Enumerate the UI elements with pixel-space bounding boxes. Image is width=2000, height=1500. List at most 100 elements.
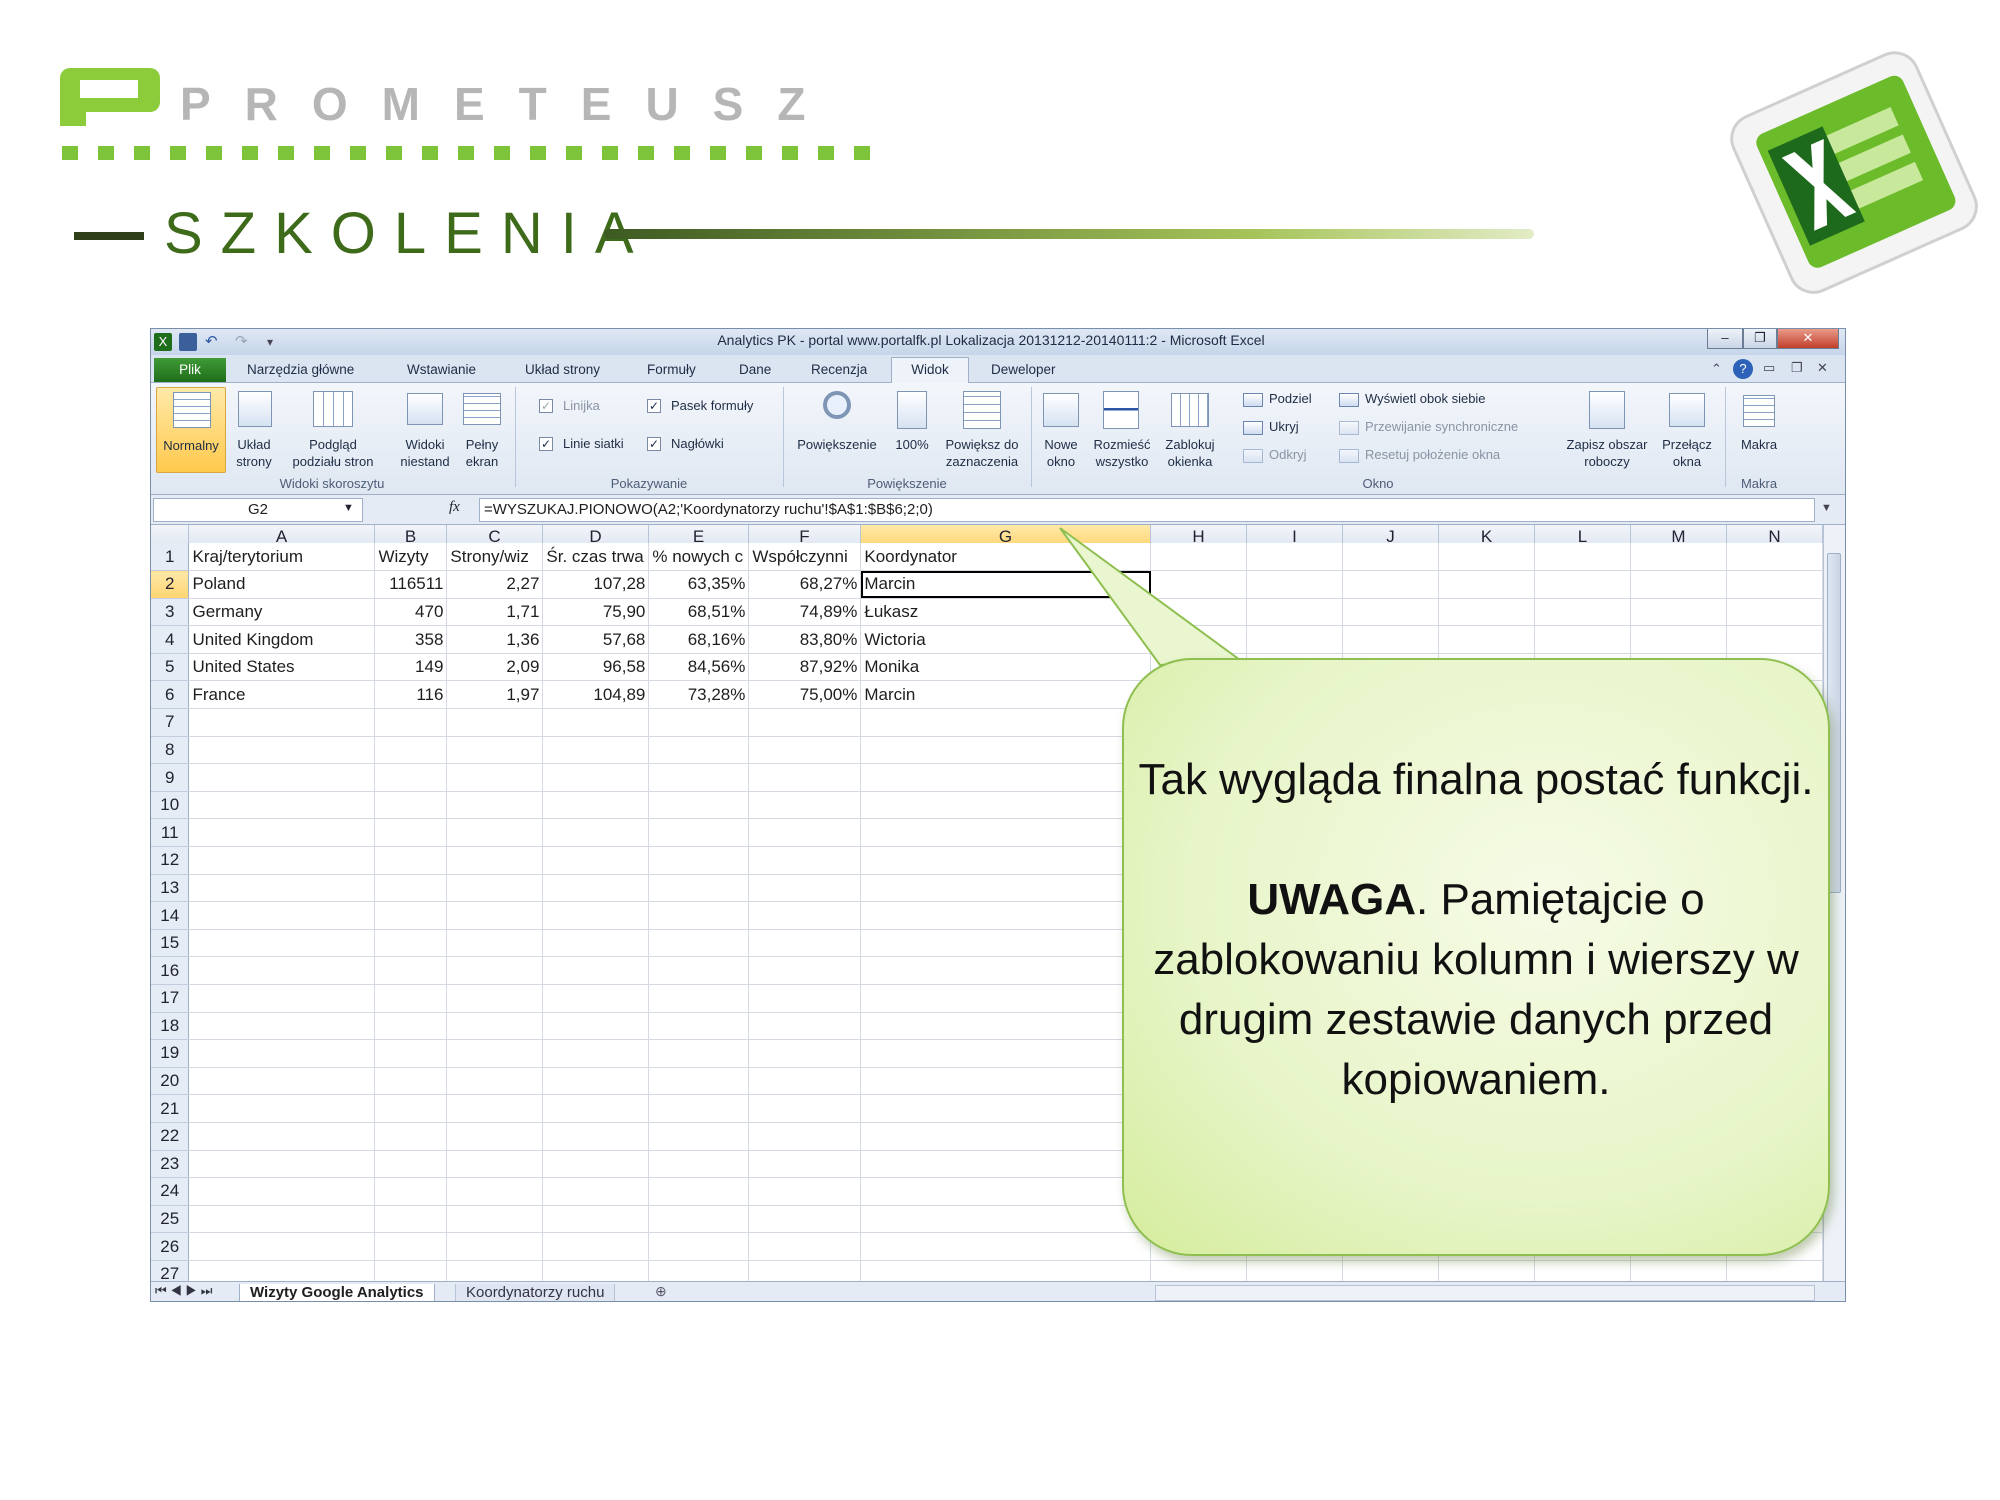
row-header[interactable]: 26 [151, 1232, 190, 1261]
sheet-nav-arrows-icon[interactable]: ⏮ ◀ ▶ ⏭ [155, 1283, 212, 1299]
redo-icon[interactable]: ↷ [235, 333, 253, 351]
row-header[interactable]: 23 [151, 1150, 190, 1179]
cell[interactable] [188, 1012, 376, 1041]
cell[interactable] [648, 956, 750, 985]
cell[interactable] [374, 736, 448, 765]
cell[interactable]: 1,71 [446, 598, 544, 627]
cell[interactable] [542, 956, 650, 985]
cell[interactable] [648, 1177, 750, 1206]
cell[interactable] [860, 901, 1152, 930]
cell[interactable] [748, 1177, 862, 1206]
cell[interactable] [1630, 543, 1727, 572]
cell[interactable] [748, 1094, 862, 1123]
cell[interactable] [860, 736, 1152, 765]
tab-recenzja[interactable]: Recenzja [809, 360, 869, 382]
horizontal-scrollbar[interactable] [1155, 1285, 1815, 1301]
cell[interactable] [748, 1012, 862, 1041]
przelacz-okna-button[interactable]: Przełącz okna [1657, 387, 1717, 473]
cell[interactable]: Poland [188, 570, 376, 599]
cell[interactable] [446, 1232, 544, 1261]
cell[interactable] [446, 846, 544, 875]
cell[interactable] [1438, 598, 1535, 627]
row-header[interactable]: 14 [151, 901, 190, 930]
row-header[interactable]: 15 [151, 929, 190, 958]
cell[interactable] [542, 1260, 650, 1283]
cell[interactable] [374, 1012, 448, 1041]
row-header[interactable]: 20 [151, 1067, 190, 1096]
row-header[interactable]: 7 [151, 708, 190, 737]
cell[interactable] [374, 929, 448, 958]
cell[interactable] [446, 791, 544, 820]
cell[interactable] [446, 984, 544, 1013]
zablokuj-okienka-button[interactable]: Zablokuj okienka [1157, 387, 1223, 473]
tab-uklad-strony[interactable]: Układ strony [523, 360, 602, 382]
cell[interactable] [648, 1067, 750, 1096]
cell[interactable]: 73,28% [648, 680, 750, 710]
cell[interactable] [542, 1150, 650, 1179]
cell[interactable] [374, 1150, 448, 1179]
cell[interactable] [860, 1177, 1152, 1206]
cell[interactable] [1630, 598, 1727, 627]
cell[interactable] [374, 1122, 448, 1151]
cell[interactable] [446, 956, 544, 985]
cell[interactable] [374, 1094, 448, 1123]
cell[interactable] [860, 1012, 1152, 1041]
sheet-tab-koordynatorzy[interactable]: Koordynatorzy ruchu [455, 1284, 616, 1301]
row-header[interactable]: 10 [151, 791, 190, 820]
cell[interactable]: % nowych c [648, 543, 750, 572]
cell[interactable] [542, 1039, 650, 1068]
cell[interactable] [188, 736, 376, 765]
powiekszenie-button[interactable]: Powiększenie [787, 387, 887, 473]
row-header[interactable]: 16 [151, 956, 190, 985]
cell[interactable]: Wizyty [374, 543, 448, 572]
cell[interactable] [748, 901, 862, 930]
cell[interactable] [188, 874, 376, 903]
cell[interactable] [542, 708, 650, 737]
row-header[interactable]: 17 [151, 984, 190, 1013]
row-header[interactable]: 19 [151, 1039, 190, 1068]
cell[interactable] [648, 818, 750, 848]
cell[interactable] [374, 1260, 448, 1283]
zoom-100-button[interactable]: 100% [889, 387, 935, 473]
cell[interactable] [446, 1150, 544, 1179]
cell[interactable] [860, 1260, 1152, 1283]
cell[interactable] [542, 1205, 650, 1234]
close-button[interactable]: ✕ [1777, 329, 1839, 349]
cell[interactable] [446, 708, 544, 737]
cell[interactable] [374, 763, 448, 792]
cell[interactable] [860, 763, 1152, 792]
doc-close-icon[interactable]: ✕ [1817, 360, 1828, 376]
cell[interactable]: 63,35% [648, 570, 750, 599]
cell[interactable] [748, 874, 862, 903]
tab-narzedzia-glowne[interactable]: Narzędzia główne [245, 360, 356, 382]
cell[interactable]: 1,36 [446, 625, 544, 654]
odkryj-button[interactable]: Odkryj [1269, 447, 1307, 463]
cell[interactable] [648, 846, 750, 875]
cell[interactable] [542, 818, 650, 848]
cell[interactable] [542, 1067, 650, 1096]
cell[interactable] [748, 956, 862, 985]
cell[interactable] [748, 1067, 862, 1096]
cell[interactable] [648, 901, 750, 930]
cell[interactable] [188, 1150, 376, 1179]
cell[interactable]: 68,16% [648, 625, 750, 654]
cell[interactable] [748, 1205, 862, 1234]
cell[interactable] [446, 901, 544, 930]
row-header[interactable]: 24 [151, 1177, 190, 1206]
cell[interactable] [748, 1122, 862, 1151]
doc-minimize-icon[interactable]: ▭ [1763, 360, 1775, 376]
sheet-tab-wizyty[interactable]: Wizyty Google Analytics [239, 1284, 435, 1301]
help-icon[interactable]: ? [1733, 359, 1753, 379]
doc-restore-icon[interactable]: ❐ [1791, 360, 1803, 376]
cell[interactable] [860, 956, 1152, 985]
cell[interactable] [860, 818, 1152, 848]
cell[interactable] [1438, 570, 1535, 599]
cell[interactable] [374, 1039, 448, 1068]
cell[interactable] [648, 984, 750, 1013]
cell[interactable] [188, 1260, 376, 1283]
cell[interactable]: United States [188, 653, 376, 682]
cell[interactable] [188, 1122, 376, 1151]
row-header[interactable]: 3 [151, 598, 190, 627]
cell[interactable] [648, 1122, 750, 1151]
naglowki-checkbox[interactable]: ✓ [647, 437, 661, 451]
